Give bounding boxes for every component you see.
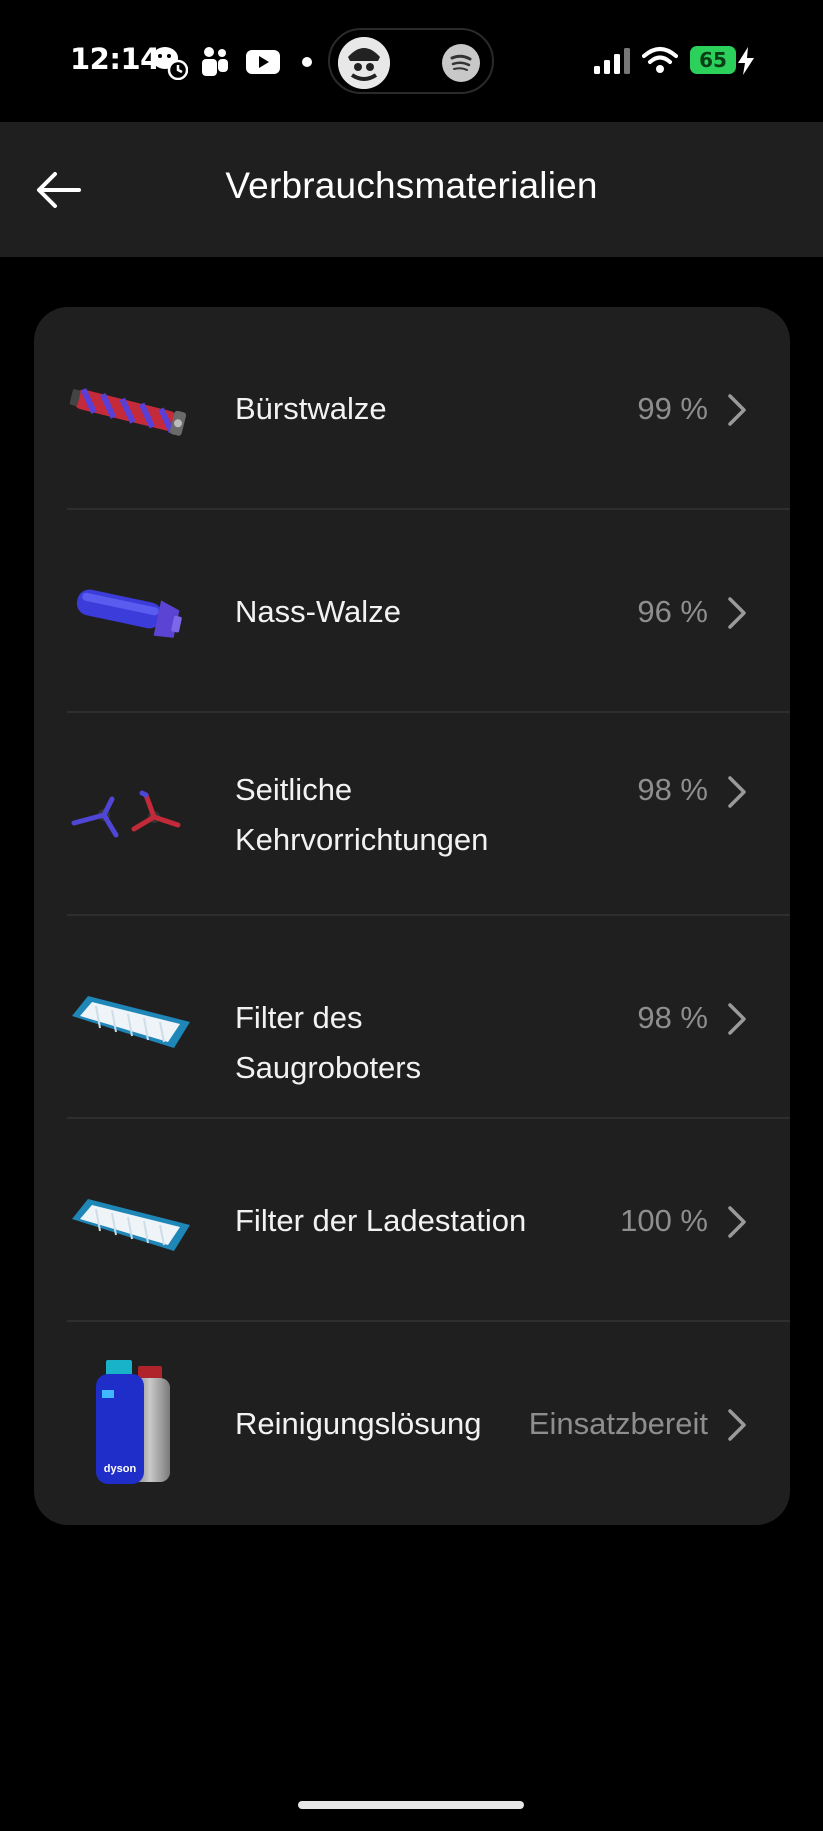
station-filter-icon [72,1199,190,1251]
consumables-list: Bürstwalze 99 % Nass-Walze 96 % Seitlich… [34,307,790,1525]
consumable-label: Bürstwalze [235,391,387,426]
dot-icon [302,57,312,67]
consumable-label: Seitliche Kehrvorrichtungen [235,772,489,857]
brush-roller-icon [69,388,187,436]
wechat-clock-icon [152,47,188,80]
signal-icon [594,48,630,74]
consumable-value: 100 % [620,1203,708,1238]
status-time: 12:14 [70,42,160,76]
chevron-right-icon [728,1206,746,1238]
consumable-value: 96 % [637,594,708,629]
consumable-label: Filter des Saugroboters [235,1000,422,1085]
wifi-icon [642,47,678,73]
app-header: Verbrauchsmaterialien [0,122,823,257]
consumable-value: 99 % [637,391,708,426]
charging-icon [738,47,754,75]
bottle-brand-label: dyson [104,1463,137,1475]
spotify-icon [442,44,480,82]
youtube-icon [246,50,280,74]
chevron-right-icon [728,776,746,808]
chevron-right-icon [728,1003,746,1035]
consumable-row-cleaning-solution[interactable]: dyson Reinigungslösung Einsatzbereit [34,1322,790,1525]
consumable-label: Nass-Walze [235,594,401,629]
mario-avatar-icon [338,37,390,89]
consumable-label: Reinigungslösung [235,1406,482,1441]
battery-level: 65 [690,46,736,74]
home-indicator[interactable] [298,1801,524,1809]
chevron-right-icon [728,1409,746,1441]
chevron-right-icon [728,394,746,426]
consumable-row-side-brushes[interactable]: Seitliche Kehrvorrichtungen 98 % [34,713,790,916]
consumable-label: Filter der Ladestation [235,1203,527,1238]
status-bar: 12:14 65 [0,0,823,122]
consumable-row-wet-roller[interactable]: Nass-Walze 96 % [34,510,790,713]
consumable-row-robot-filter[interactable]: Filter des Saugroboters 98 % [34,916,790,1119]
consumable-value: 98 % [637,772,708,807]
chevron-right-icon [728,597,746,629]
page-title: Verbrauchsmaterialien [225,165,598,206]
consumable-row-station-filter[interactable]: Filter der Ladestation 100 % [34,1119,790,1322]
consumable-value: 98 % [637,1000,708,1035]
dynamic-island[interactable] [328,28,494,94]
teams-icon [202,47,228,76]
robot-filter-icon [72,996,190,1048]
side-brushes-icon [71,790,181,838]
wet-roller-icon [76,589,182,638]
cleaning-solution-icon: dyson [96,1360,170,1484]
consumable-value: Einsatzbereit [528,1406,708,1441]
consumable-row-brush-roller[interactable]: Bürstwalze 99 % [34,307,790,510]
